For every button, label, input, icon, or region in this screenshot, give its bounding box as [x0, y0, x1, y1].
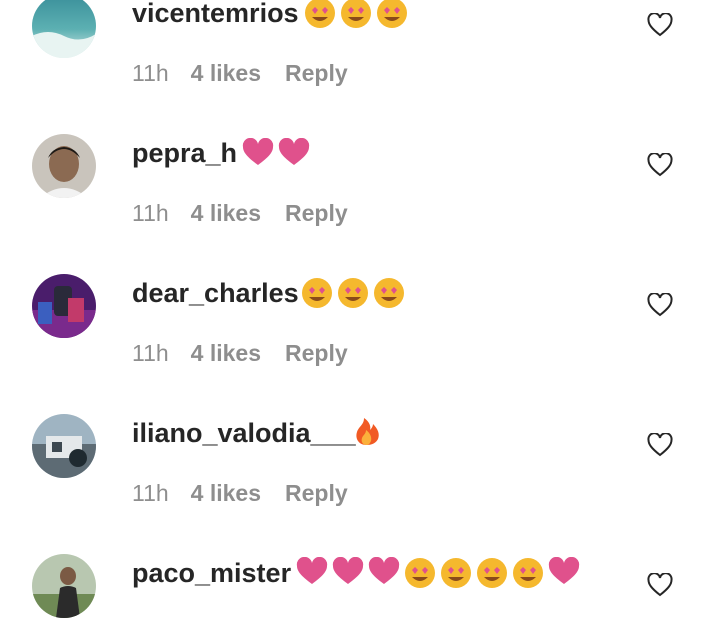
comment-time: 11h: [132, 340, 169, 366]
reply-button[interactable]: Reply: [285, 200, 348, 227]
heart-eyes-emoji-icon: [439, 556, 473, 588]
emoji-row: [350, 414, 384, 446]
username[interactable]: vicentemrios: [132, 0, 299, 29]
heart-eyes-emoji-icon: [303, 0, 337, 28]
avatar[interactable]: [32, 274, 96, 338]
heart-eyes-emoji-icon: [403, 556, 437, 588]
username[interactable]: dear_charles: [132, 278, 299, 309]
comment-time: 11h: [132, 480, 169, 506]
comment-item: dear_charles 11h 4 likes Reply: [0, 240, 720, 380]
comment-item: vicentemrios 11h 4 likes Reply: [0, 0, 720, 100]
comment-meta: 11h 4 likes Reply: [132, 340, 348, 367]
like-count[interactable]: 4 likes: [191, 200, 261, 227]
like-button[interactable]: [647, 293, 673, 317]
comment-item: pepra_h 11h 4 likes Reply: [0, 100, 720, 240]
heart-eyes-emoji-icon: [336, 276, 370, 308]
reply-button[interactable]: Reply: [285, 60, 348, 87]
like-button[interactable]: [647, 13, 673, 37]
like-count[interactable]: 4 likes: [191, 60, 261, 87]
comment-time: 11h: [132, 200, 169, 226]
comment-meta: 11h 4 likes Reply: [132, 480, 348, 507]
fire-emoji-icon: [350, 414, 384, 446]
emoji-row: [295, 556, 581, 588]
pink-heart-emoji-icon: [547, 557, 581, 587]
reply-button[interactable]: Reply: [285, 340, 348, 367]
emoji-row: [303, 0, 409, 28]
pink-heart-emoji-icon: [277, 138, 311, 168]
comment-meta: 11h 4 likes Reply: [132, 60, 348, 87]
comment-item: iliano_valodia___ 11h 4 likes Reply: [0, 380, 720, 520]
avatar[interactable]: [32, 0, 96, 58]
pink-heart-emoji-icon: [295, 557, 329, 587]
comment-meta: 11h 4 likes Reply: [132, 200, 348, 227]
like-count[interactable]: 4 likes: [191, 480, 261, 507]
heart-outline-icon: [647, 433, 673, 457]
heart-eyes-emoji-icon: [511, 556, 545, 588]
like-button[interactable]: [647, 573, 673, 597]
emoji-row: [300, 276, 406, 308]
avatar[interactable]: [32, 134, 96, 198]
like-button[interactable]: [647, 153, 673, 177]
username[interactable]: paco_mister: [132, 558, 291, 589]
heart-outline-icon: [647, 153, 673, 177]
like-button[interactable]: [647, 433, 673, 457]
comment-item: paco_mister: [0, 520, 720, 618]
comment-time: 11h: [132, 60, 169, 86]
heart-eyes-emoji-icon: [300, 276, 334, 308]
username[interactable]: pepra_h: [132, 138, 237, 169]
reply-button[interactable]: Reply: [285, 480, 348, 507]
heart-outline-icon: [647, 293, 673, 317]
avatar[interactable]: [32, 414, 96, 478]
like-count[interactable]: 4 likes: [191, 340, 261, 367]
username[interactable]: iliano_valodia___: [132, 418, 356, 449]
pink-heart-emoji-icon: [241, 138, 275, 168]
emoji-row: [241, 138, 311, 168]
heart-eyes-emoji-icon: [339, 0, 373, 28]
avatar[interactable]: [32, 554, 96, 618]
pink-heart-emoji-icon: [331, 557, 365, 587]
heart-outline-icon: [647, 13, 673, 37]
pink-heart-emoji-icon: [367, 557, 401, 587]
heart-eyes-emoji-icon: [372, 276, 406, 308]
heart-eyes-emoji-icon: [375, 0, 409, 28]
heart-outline-icon: [647, 573, 673, 597]
heart-eyes-emoji-icon: [475, 556, 509, 588]
